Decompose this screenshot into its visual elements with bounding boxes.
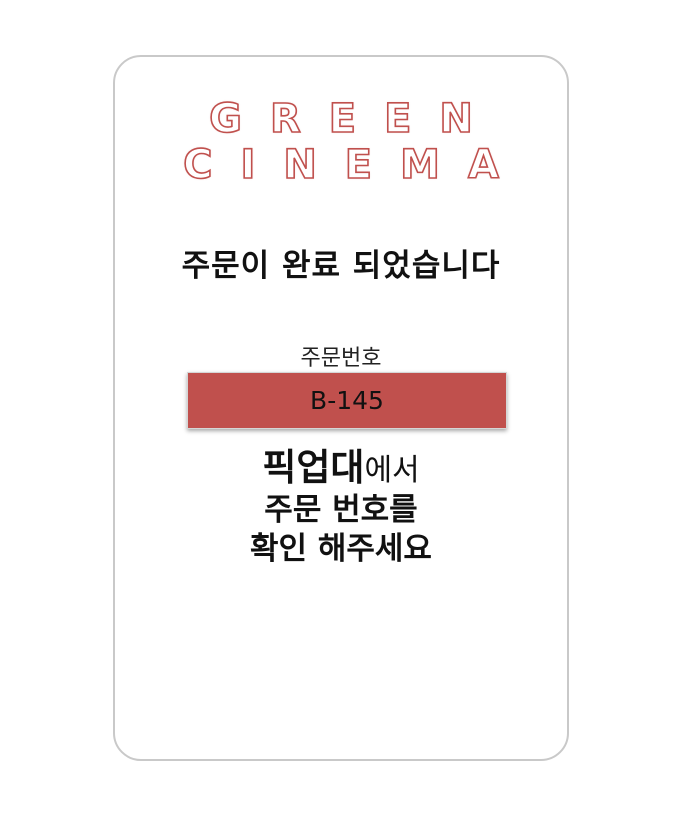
order-complete-headline: 주문이 완료 되었습니다	[181, 248, 501, 284]
logo-line-green: GREEN	[208, 96, 501, 142]
order-number-value: B-145	[310, 386, 384, 415]
pickup-instructions: 픽업대에서 주문 번호를 확인 해주세요	[115, 445, 567, 569]
instruction-line-3: 확인 해주세요	[250, 531, 432, 567]
instruction-at-text: 에서	[364, 453, 420, 488]
order-number-label: 주문번호	[300, 346, 382, 371]
order-number-box: B-145	[187, 372, 507, 429]
pickup-counter-text: 픽업대	[262, 446, 365, 489]
instruction-line-2: 주문 번호를	[264, 492, 418, 529]
logo-line-cinema: CINEMA	[182, 142, 527, 188]
instruction-line-1: 픽업대에서	[115, 445, 567, 491]
order-complete-card: GREEN CINEMA 주문이 완료 되었습니다 주문번호 B-145 픽업대…	[113, 55, 569, 761]
